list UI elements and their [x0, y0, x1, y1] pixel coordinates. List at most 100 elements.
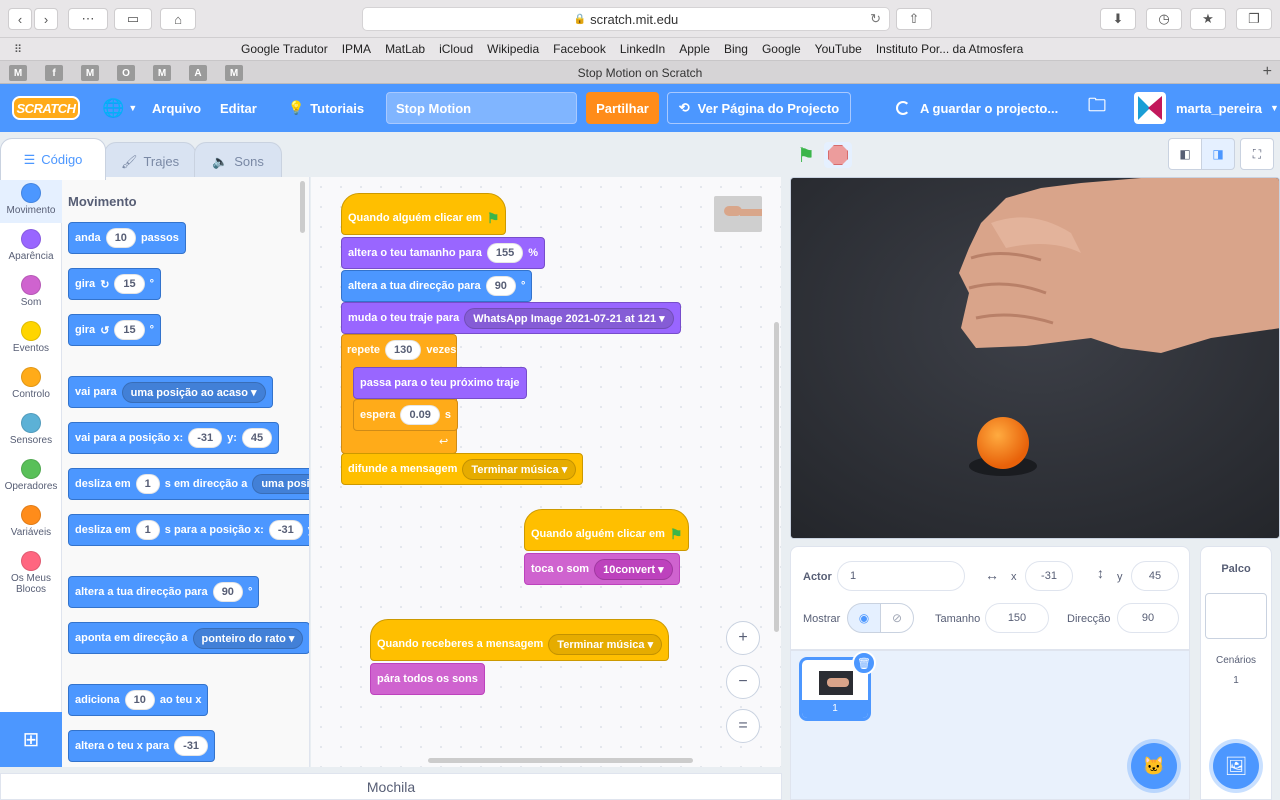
- block-switch-costume[interactable]: muda o teu traje para WhatsApp Image 2021…: [341, 302, 681, 334]
- block-glide-to[interactable]: desliza em 1 s em direcção a uma posiç: [68, 468, 309, 500]
- block-wait[interactable]: espera 0.09 s: [353, 399, 459, 431]
- tab-sounds[interactable]: 🔈 Sons: [194, 142, 282, 180]
- backpack[interactable]: Mochila: [0, 773, 782, 800]
- hat-when-flag-clicked-2[interactable]: Quando alguém clicar em ⚑: [524, 509, 690, 551]
- category-aparência[interactable]: Aparência: [0, 229, 62, 262]
- block-point-towards[interactable]: aponta em direcção a ponteiro do rato ▾: [68, 622, 309, 654]
- add-backdrop-button[interactable]: 🖼: [1213, 743, 1259, 789]
- block-move[interactable]: anda 10 passos: [68, 222, 186, 254]
- show-sprite-button[interactable]: ◉: [847, 603, 881, 633]
- stage-selector[interactable]: Palco Cenários 1 🖼: [1200, 546, 1272, 800]
- tab-code[interactable]: ☰ Código: [0, 138, 106, 180]
- category-os-meus-blocos[interactable]: Os Meus Blocos: [0, 551, 62, 595]
- bookmark-item[interactable]: iCloud: [439, 42, 473, 56]
- normal-stage-button[interactable]: ◨: [1201, 138, 1235, 170]
- block-broadcast[interactable]: difunde a mensagem Terminar música ▾: [341, 453, 584, 485]
- block-input[interactable]: -31: [188, 428, 223, 448]
- sidebar-button[interactable]: ▭: [114, 8, 152, 30]
- bookmark-item[interactable]: Google: [762, 42, 801, 56]
- block-dropdown[interactable]: uma posiç: [252, 474, 309, 494]
- block-input[interactable]: 130: [385, 340, 422, 360]
- zoom-out-button[interactable]: −: [726, 665, 760, 699]
- block-turn-left[interactable]: gira ↺ 15 °: [68, 314, 162, 346]
- script-workspace[interactable]: Quando alguém clicar em ⚑ altera o teu ta…: [311, 177, 781, 767]
- tabs-button[interactable]: ❐: [1236, 8, 1272, 30]
- project-title-input[interactable]: Stop Motion: [386, 92, 577, 124]
- pinned-tab[interactable]: O: [117, 65, 135, 81]
- bookmark-item[interactable]: MatLab: [385, 42, 425, 56]
- block-go-to[interactable]: vai para uma posição ao acaso ▾: [68, 376, 273, 408]
- sprite-direction-input[interactable]: 90: [1117, 603, 1179, 633]
- url-bar[interactable]: 🔒 scratch.mit.edu ↻: [362, 7, 890, 31]
- backdrop-thumbnail[interactable]: [1205, 593, 1267, 639]
- hat-when-receive-message[interactable]: Quando receberes a mensagem Terminar músi…: [370, 619, 670, 661]
- apps-grid-icon[interactable]: ⠿: [14, 43, 22, 56]
- delete-sprite-button[interactable]: 🗑: [852, 651, 876, 675]
- my-stuff-button[interactable]: 🗀: [1088, 84, 1106, 132]
- language-menu[interactable]: 🌐 ▼: [102, 84, 137, 132]
- workspace-hscrollbar[interactable]: [428, 758, 693, 763]
- bookmark-item[interactable]: Bing: [724, 42, 748, 56]
- bookmark-item[interactable]: Instituto Por... da Atmosfera: [876, 42, 1023, 56]
- bookmark-item[interactable]: Apple: [679, 42, 710, 56]
- sprite-size-input[interactable]: 150: [985, 603, 1049, 633]
- block-input[interactable]: 155: [486, 243, 524, 263]
- small-stage-button[interactable]: ◧: [1168, 138, 1202, 170]
- tab-overview-button[interactable]: ⋯: [68, 8, 108, 30]
- bookmark-item[interactable]: Google Tradutor: [241, 42, 328, 56]
- back-button[interactable]: ‹: [8, 8, 32, 30]
- zoom-in-button[interactable]: +: [726, 621, 760, 655]
- scratch-logo[interactable]: SCRATCH: [12, 96, 80, 120]
- category-som[interactable]: Som: [0, 275, 62, 308]
- hat-when-flag-clicked[interactable]: Quando alguém clicar em ⚑: [341, 193, 507, 235]
- block-dropdown[interactable]: WhatsApp Image 2021-07-21 at 121 ▾: [464, 307, 674, 329]
- reload-icon[interactable]: ↻: [870, 11, 881, 27]
- file-menu[interactable]: Arquivo: [152, 84, 201, 132]
- block-input[interactable]: 10: [124, 690, 155, 710]
- tab-costumes[interactable]: 🖌 Trajes: [104, 142, 196, 180]
- share-button[interactable]: Partilhar: [586, 92, 659, 124]
- edit-menu[interactable]: Editar: [220, 84, 257, 132]
- stage-canvas[interactable]: [790, 177, 1280, 539]
- pinned-tab[interactable]: A: [189, 65, 207, 81]
- block-go-to-xy[interactable]: vai para a posição x: -31 y: 45: [68, 422, 280, 454]
- add-sprite-button[interactable]: 🐱: [1131, 743, 1177, 789]
- sprite-x-input[interactable]: -31: [1025, 561, 1073, 591]
- block-glide-to-xy[interactable]: desliza em 1 s para a posição x: -31 y: [68, 514, 309, 546]
- block-dropdown[interactable]: Terminar música ▾: [548, 633, 663, 655]
- pinned-tab[interactable]: M: [225, 65, 243, 81]
- fullscreen-button[interactable]: ⛶: [1240, 138, 1274, 170]
- bookmark-item[interactable]: YouTube: [815, 42, 862, 56]
- bookmark-item[interactable]: Facebook: [553, 42, 606, 56]
- add-extension-button[interactable]: ⊞: [0, 712, 62, 767]
- share-browser-button[interactable]: ⇧: [896, 8, 932, 30]
- workspace-vscrollbar[interactable]: [774, 322, 779, 632]
- block-input[interactable]: 1: [135, 520, 160, 540]
- sprite-name-input[interactable]: 1: [837, 561, 965, 591]
- block-dropdown[interactable]: 10convert ▾: [594, 558, 673, 580]
- history-button[interactable]: ◷: [1146, 8, 1182, 30]
- block-point-in-direction[interactable]: altera a tua direcção para 90 °: [341, 270, 533, 302]
- block-play-sound[interactable]: toca o som 10convert ▾: [524, 553, 680, 585]
- block-point-in-direction[interactable]: altera a tua direcção para 90 °: [68, 576, 260, 608]
- bookmark-item[interactable]: LinkedIn: [620, 42, 665, 56]
- account-menu[interactable]: marta_pereira ▼: [1134, 84, 1279, 132]
- category-variáveis[interactable]: Variáveis: [0, 505, 62, 538]
- pinned-tab[interactable]: M: [153, 65, 171, 81]
- block-input[interactable]: -31: [268, 520, 303, 540]
- pinned-tab[interactable]: M: [81, 65, 99, 81]
- block-set-x[interactable]: altera o teu x para -31: [68, 730, 216, 762]
- category-operadores[interactable]: Operadores: [0, 459, 62, 492]
- sprite-y-input[interactable]: 45: [1131, 561, 1179, 591]
- home-button[interactable]: ⌂: [160, 8, 196, 30]
- zoom-reset-button[interactable]: =: [726, 709, 760, 743]
- block-input[interactable]: 45: [241, 428, 273, 448]
- downloads-button[interactable]: ⬇: [1100, 8, 1136, 30]
- block-input[interactable]: 10: [105, 228, 136, 248]
- category-sensores[interactable]: Sensores: [0, 413, 62, 446]
- block-set-size[interactable]: altera o teu tamanho para 155%: [341, 237, 546, 269]
- block-dropdown[interactable]: uma posição ao acaso ▾: [121, 381, 266, 403]
- see-project-page-button[interactable]: ⟲ Ver Página do Projecto: [667, 92, 851, 124]
- block-input[interactable]: 15: [114, 274, 145, 294]
- block-dropdown[interactable]: Terminar música ▾: [462, 458, 577, 480]
